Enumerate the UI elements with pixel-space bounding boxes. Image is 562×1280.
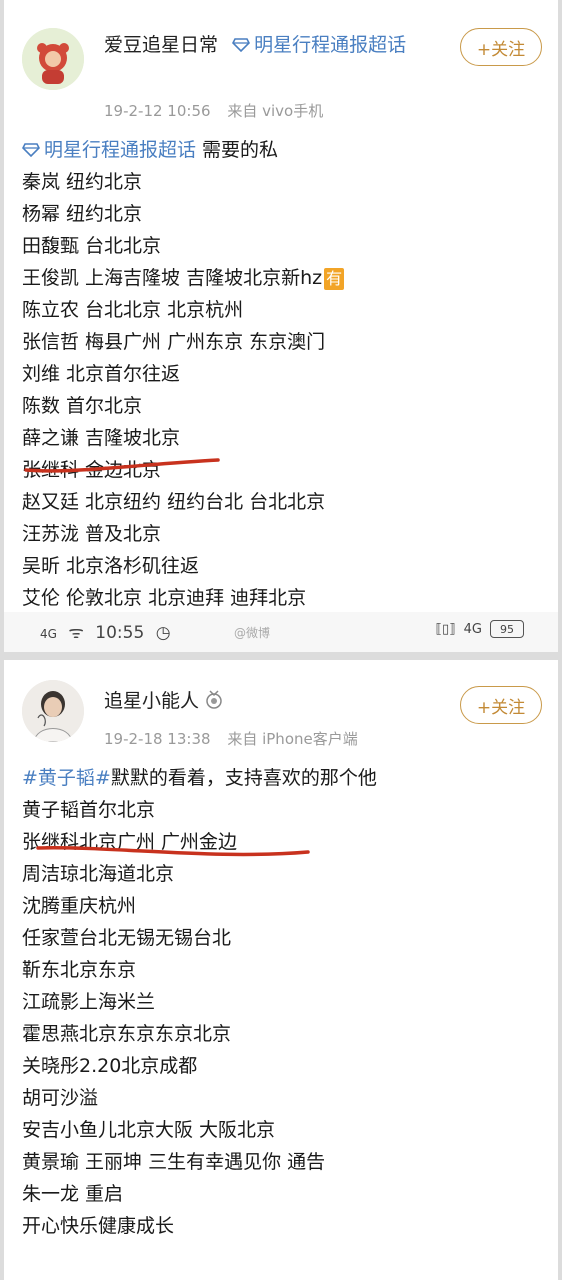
follow-button[interactable]: +关注 — [460, 686, 542, 724]
post-line: 刘维 北京首尔往返 — [22, 363, 181, 385]
timestamp: 19-2-18 13:38 — [104, 730, 211, 748]
wifi-icon: ᯤ — [68, 623, 84, 643]
post-intro: 明星行程通报超话 需要的私 — [22, 134, 344, 166]
status-time: 10:55 — [95, 623, 145, 643]
post-line: 陈立农 台北北京 北京杭州 — [22, 299, 244, 321]
vibrate-icon: ⟦▯⟧ — [435, 621, 456, 637]
handdrawn-underline — [36, 846, 310, 857]
post-line: 艾伦 伦敦北京 北京迪拜 迪拜北京 — [22, 587, 307, 609]
username[interactable]: 追星小能人 — [104, 690, 199, 712]
super-topic-icon — [232, 38, 251, 52]
post-body: #黄子韬#默默的看着，支持喜欢的那个他 黄子韬首尔北京 张继科北京广州 广州金边… — [22, 762, 377, 1242]
post-line: 秦岚 纽约北京 — [22, 171, 143, 193]
post-header: 追星小能人 — [104, 686, 223, 716]
follow-button[interactable]: +关注 — [460, 28, 542, 66]
super-topic-icon — [22, 143, 40, 157]
medal-icon — [206, 690, 222, 709]
topic-link[interactable]: 明星行程通报超话 — [44, 139, 196, 161]
post-card: 爱豆追星日常 明星行程通报超话 +关注 19-2-12 10:56 来自 viv… — [4, 0, 558, 652]
signal-icon: 4G — [463, 621, 482, 637]
status-left: 4G ᯤ 10:55 ◷ — [40, 620, 177, 643]
avatar[interactable] — [22, 28, 84, 90]
post-line: 王俊凯 上海吉隆坡 吉隆坡北京新hz 有 — [22, 267, 345, 290]
super-topic-link[interactable]: 明星行程通报超话 — [254, 34, 406, 56]
post-line: 安吉小鱼儿北京大阪 大阪北京 — [22, 1119, 276, 1141]
post-line: 霍思燕北京东京东京北京 — [22, 1023, 232, 1045]
post-meta: 19-2-18 13:38 来自 iPhone客户端 — [104, 728, 370, 749]
post-line: 汪苏泷 普及北京 — [22, 523, 162, 545]
signal-icon: 4G — [40, 627, 57, 641]
status-right: ⟦▯⟧ 4G 95 — [436, 620, 524, 638]
post-header: 爱豆追星日常 明星行程通报超话 — [104, 30, 456, 60]
post-line: 任家萱台北无锡无锡台北 — [22, 927, 232, 949]
post-line: 江疏影上海米兰 — [22, 991, 156, 1013]
watermark: @微博 — [234, 626, 271, 640]
post-line: 沈腾重庆杭州 — [22, 895, 137, 917]
post-line: 薛之谦 吉隆坡北京 — [22, 427, 181, 449]
post-line: 黄子韬首尔北京 — [22, 799, 156, 821]
post-line: 吴昕 北京洛杉矶往返 — [22, 555, 200, 577]
timestamp: 19-2-12 10:56 — [104, 102, 211, 120]
post-line: 陈数 首尔北京 — [22, 395, 143, 417]
post-intro: #黄子韬#默默的看着，支持喜欢的那个他 — [22, 767, 377, 789]
topic-link[interactable]: #黄子韬# — [22, 767, 111, 789]
post-line: 黄景瑜 王丽坤 三生有幸遇见你 通告 — [22, 1151, 326, 1173]
post-line: 开心快乐健康成长 — [22, 1215, 175, 1237]
post-line: 杨幂 纽约北京 — [22, 203, 143, 225]
post-source: 来自 iPhone客户端 — [227, 730, 358, 748]
you-tag: 有 — [324, 268, 345, 290]
clock-icon: ◷ — [155, 623, 171, 643]
username[interactable]: 爱豆追星日常 — [104, 34, 218, 56]
post-line: 张信哲 梅县广州 广州东京 东京澳门 — [22, 331, 326, 353]
handdrawn-underline — [24, 458, 220, 473]
post-card: 追星小能人 +关注 19-2-18 13:38 来自 iPhone客户端 #黄子… — [4, 660, 558, 1280]
post-line: 胡可沙溢 — [22, 1087, 99, 1109]
post-meta: 19-2-12 10:56 来自 vivo手机 — [104, 100, 335, 121]
post-line: 靳东北京东京 — [22, 959, 137, 981]
battery-icon: 95 — [490, 620, 524, 638]
post-line: 朱一龙 重启 — [22, 1183, 124, 1205]
post-body: 明星行程通报超话 需要的私 秦岚 纽约北京 杨幂 纽约北京 田馥甄 台北北京 王… — [22, 134, 345, 614]
post-line: 田馥甄 台北北京 — [22, 235, 162, 257]
avatar[interactable] — [22, 680, 84, 742]
post-line: 赵又廷 北京纽约 纽约台北 台北北京 — [22, 491, 326, 513]
post-line: 关晓彤2.20北京成都 — [22, 1055, 198, 1077]
post-source: 来自 vivo手机 — [227, 102, 324, 120]
status-bar: 4G ᯤ 10:55 ◷ @微博 ⟦▯⟧ 4G 95 — [4, 612, 558, 652]
